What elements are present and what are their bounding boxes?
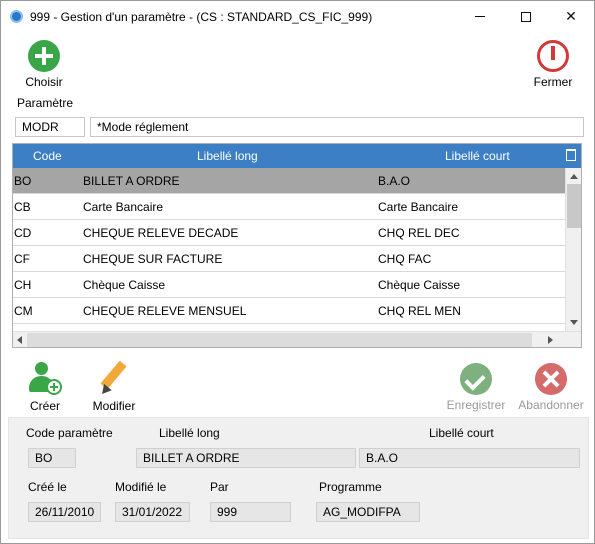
scroll-left-arrow-icon[interactable] bbox=[17, 336, 22, 344]
scroll-up-arrow-icon[interactable] bbox=[570, 174, 578, 179]
detail-code-field: BO bbox=[28, 448, 76, 468]
close-button[interactable]: Fermer bbox=[528, 40, 578, 89]
create-button[interactable]: Créer bbox=[23, 362, 67, 413]
parameter-label-field[interactable]: *Mode réglement bbox=[90, 117, 584, 137]
choose-button[interactable]: Choisir bbox=[21, 40, 67, 89]
column-header-code[interactable]: Code bbox=[33, 149, 62, 163]
minimize-icon bbox=[475, 16, 485, 17]
create-label: Créer bbox=[29, 399, 60, 413]
cell-short-label: Carte Bancaire bbox=[378, 200, 459, 214]
column-header-short-label[interactable]: Libellé court bbox=[445, 149, 510, 163]
save-label: Enregistrer bbox=[446, 398, 506, 412]
cell-code: CM bbox=[14, 304, 33, 318]
cell-short-label: CHQ FAC bbox=[378, 252, 432, 266]
cell-long-label: Chèque Caisse bbox=[83, 278, 166, 292]
cell-long-label: CHEQUE RELEVE DECADE bbox=[83, 226, 239, 240]
detail-short-field: B.A.O bbox=[359, 448, 580, 468]
column-header-long-label[interactable]: Libellé long bbox=[197, 149, 258, 163]
detail-long-label: Libellé long bbox=[159, 426, 220, 440]
title-bar: 999 - Gestion d'un paramètre - (CS : STA… bbox=[1, 1, 594, 32]
table-row[interactable]: CB Carte Bancaire Carte Bancaire bbox=[13, 194, 565, 220]
trash-icon[interactable] bbox=[566, 149, 576, 161]
cell-long-label: CHEQUE RELEVE MENSUEL bbox=[83, 304, 247, 318]
cell-long-label: Carte Bancaire bbox=[83, 200, 164, 214]
cell-short-label: CHQ REL MEN bbox=[378, 304, 461, 318]
scrollbar-corner bbox=[565, 332, 581, 347]
minimize-button[interactable] bbox=[457, 1, 503, 32]
program-label: Programme bbox=[319, 480, 382, 494]
by-label: Par bbox=[210, 480, 229, 494]
cancel-label: Abandonner bbox=[518, 398, 584, 412]
detail-short-label: Libellé court bbox=[429, 426, 494, 440]
power-icon bbox=[537, 40, 569, 72]
grid-header: Code Libellé long Libellé court bbox=[13, 144, 581, 168]
grid-rows: BO BILLET A ORDRE B.A.O CB Carte Bancair… bbox=[13, 168, 565, 324]
created-label: Créé le bbox=[28, 480, 67, 494]
cancel-button[interactable]: Abandonner bbox=[515, 363, 587, 412]
dialog-window: 999 - Gestion d'un paramètre - (CS : STA… bbox=[0, 0, 595, 544]
cell-short-label: CHQ REL DEC bbox=[378, 226, 460, 240]
cell-long-label: CHEQUE SUR FACTURE bbox=[83, 252, 223, 266]
modify-label: Modifier bbox=[92, 399, 136, 413]
cell-long-label: BILLET A ORDRE bbox=[83, 174, 180, 188]
parameter-section-label: Paramètre bbox=[17, 96, 74, 110]
cell-short-label: B.A.O bbox=[378, 174, 411, 188]
scroll-down-arrow-icon[interactable] bbox=[570, 320, 578, 325]
table-row[interactable]: CD CHEQUE RELEVE DECADE CHQ REL DEC bbox=[13, 220, 565, 246]
maximize-icon bbox=[521, 11, 531, 22]
table-row[interactable]: CF CHEQUE SUR FACTURE CHQ FAC bbox=[13, 246, 565, 272]
cancel-icon bbox=[535, 363, 567, 395]
parameter-code-field[interactable]: MODR bbox=[15, 117, 85, 137]
table-row[interactable]: BO BILLET A ORDRE B.A.O bbox=[13, 168, 565, 194]
detail-long-field: BILLET A ORDRE bbox=[136, 448, 356, 468]
choose-label: Choisir bbox=[25, 75, 63, 89]
maximize-button[interactable] bbox=[503, 1, 549, 32]
cell-code: CH bbox=[14, 278, 32, 292]
cell-code: CB bbox=[14, 200, 31, 214]
vertical-scroll-thumb[interactable] bbox=[567, 184, 581, 228]
modified-date-field: 31/01/2022 bbox=[115, 502, 190, 522]
window-title: 999 - Gestion d'un paramètre - (CS : STA… bbox=[30, 10, 373, 24]
table-row[interactable]: CH Chèque Caisse Chèque Caisse bbox=[13, 272, 565, 298]
horizontal-scroll-thumb[interactable] bbox=[27, 333, 532, 347]
cell-short-label: Chèque Caisse bbox=[378, 278, 461, 292]
detail-code-label: Code paramètre bbox=[26, 426, 113, 440]
program-field: AG_MODIFPA bbox=[316, 502, 420, 522]
pencil-icon bbox=[97, 360, 131, 398]
scroll-right-arrow-icon[interactable] bbox=[548, 336, 553, 344]
close-label: Fermer bbox=[533, 75, 573, 89]
parameter-grid: Code Libellé long Libellé court BO BILLE… bbox=[12, 143, 582, 348]
close-window-button[interactable]: ✕ bbox=[548, 1, 594, 32]
modified-label: Modifié le bbox=[115, 480, 167, 494]
cell-code: BO bbox=[14, 174, 32, 188]
cell-code: CF bbox=[14, 252, 30, 266]
modify-button[interactable]: Modifier bbox=[89, 360, 139, 413]
created-date-field: 26/11/2010 bbox=[28, 502, 101, 522]
horizontal-scrollbar[interactable] bbox=[13, 331, 581, 347]
save-button[interactable]: Enregistrer bbox=[443, 363, 509, 412]
check-icon bbox=[460, 363, 492, 395]
vertical-scrollbar[interactable] bbox=[565, 168, 581, 331]
plus-icon bbox=[28, 40, 60, 72]
cell-code: CD bbox=[14, 226, 32, 240]
detail-panel: Code paramètre Libellé long Libellé cour… bbox=[8, 417, 589, 539]
by-user-field: 999 bbox=[210, 502, 291, 522]
app-icon bbox=[10, 10, 23, 23]
table-row[interactable]: CM CHEQUE RELEVE MENSUEL CHQ REL MEN bbox=[13, 298, 565, 324]
add-user-icon bbox=[28, 362, 62, 396]
close-icon: ✕ bbox=[565, 8, 577, 24]
